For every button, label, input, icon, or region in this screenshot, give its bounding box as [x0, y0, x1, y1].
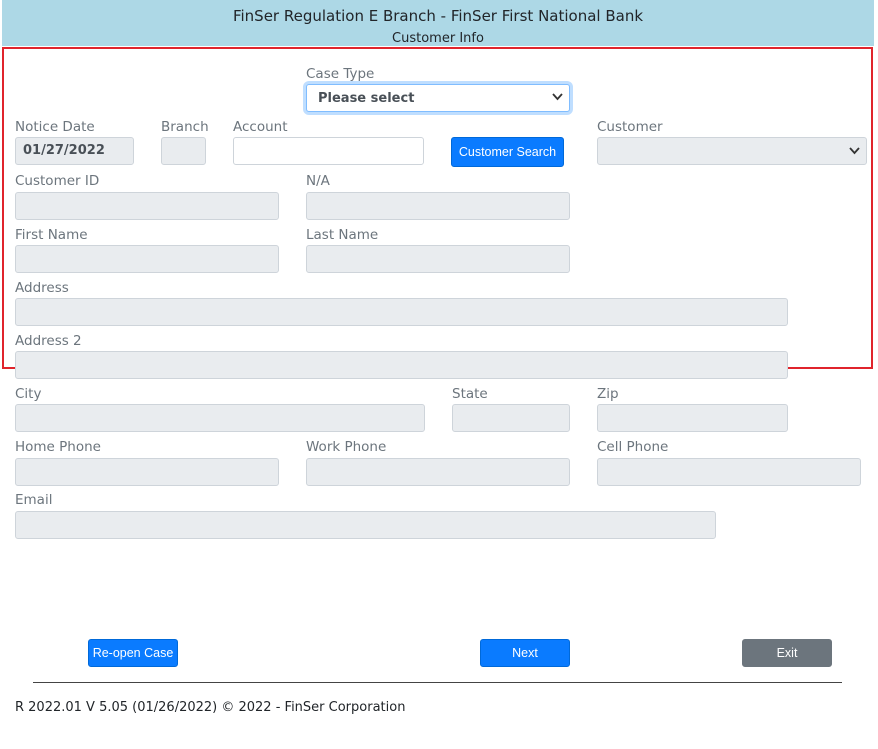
first-name-field[interactable] — [15, 245, 279, 273]
city-value — [16, 410, 23, 425]
customer-id-value — [16, 198, 23, 213]
account-label: Account — [233, 119, 288, 135]
city-field[interactable] — [15, 404, 425, 432]
city-label: City — [15, 386, 42, 402]
customer-label: Customer — [597, 119, 663, 135]
first-name-value — [16, 251, 23, 266]
state-value — [453, 410, 460, 425]
last-name-field[interactable] — [306, 245, 570, 273]
exit-button[interactable]: Exit — [742, 639, 832, 667]
zip-field[interactable] — [597, 404, 788, 432]
notice-date-field[interactable]: 01/27/2022 — [15, 137, 134, 165]
home-phone-value — [16, 464, 23, 479]
case-type-value: Please select — [318, 91, 415, 106]
reopen-case-button[interactable]: Re-open Case — [88, 639, 178, 667]
last-name-label: Last Name — [306, 227, 379, 243]
state-label: State — [452, 386, 488, 402]
customer-id-field[interactable] — [15, 192, 279, 220]
address2-value — [16, 357, 23, 372]
state-field[interactable] — [452, 404, 570, 432]
chevron-down-icon — [552, 89, 563, 108]
footer-divider — [33, 682, 842, 683]
section-title: Customer Info — [392, 31, 484, 46]
customer-search-button[interactable]: Customer Search — [451, 137, 564, 167]
na-label: N/A — [306, 173, 330, 189]
email-field[interactable] — [15, 511, 716, 539]
case-type-select[interactable]: Please select — [306, 84, 570, 112]
app-title: FinSer Regulation E Branch - FinSer Firs… — [232, 7, 644, 25]
branch-field[interactable] — [161, 137, 206, 165]
zip-label: Zip — [597, 386, 619, 402]
last-name-value — [307, 251, 314, 266]
footer-text: R 2022.01 V 5.05 (01/26/2022) © 2022 - F… — [15, 700, 406, 715]
cell-phone-label: Cell Phone — [597, 439, 669, 455]
work-phone-field[interactable] — [306, 458, 570, 486]
work-phone-value — [307, 464, 314, 479]
zip-value — [598, 410, 605, 425]
customer-id-label: Customer ID — [15, 173, 100, 189]
address-field[interactable] — [15, 298, 788, 326]
cell-phone-field[interactable] — [597, 458, 861, 486]
next-button[interactable]: Next — [480, 639, 570, 667]
email-value — [16, 517, 23, 532]
customer-select[interactable] — [597, 137, 867, 165]
address2-field[interactable] — [15, 351, 788, 379]
branch-label: Branch — [161, 119, 209, 135]
first-name-label: First Name — [15, 227, 88, 243]
email-label: Email — [15, 492, 53, 508]
address-value — [16, 304, 23, 319]
branch-value — [162, 143, 169, 158]
address-label: Address — [15, 280, 69, 296]
notice-date-label: Notice Date — [15, 119, 95, 135]
account-input[interactable] — [233, 137, 424, 165]
home-phone-field[interactable] — [15, 458, 279, 486]
home-phone-label: Home Phone — [15, 439, 101, 455]
cell-phone-value — [598, 464, 605, 479]
chevron-down-icon — [849, 143, 860, 162]
notice-date-value: 01/27/2022 — [23, 143, 105, 158]
work-phone-label: Work Phone — [306, 439, 387, 455]
na-value — [307, 198, 314, 213]
case-type-label: Case Type — [306, 66, 375, 82]
account-value — [234, 143, 241, 158]
page-header: FinSer Regulation E Branch - FinSer Firs… — [2, 0, 874, 46]
address2-label: Address 2 — [15, 333, 82, 349]
na-field[interactable] — [306, 192, 570, 220]
